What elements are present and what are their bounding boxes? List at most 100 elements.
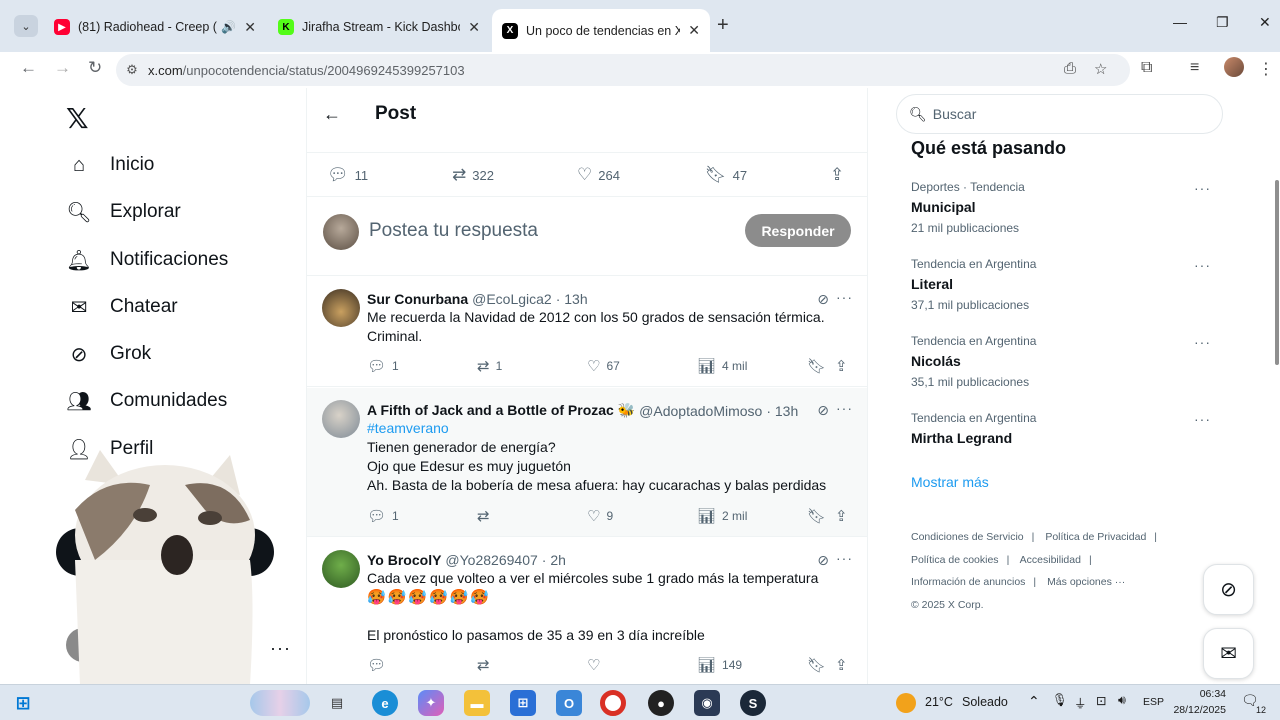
edge-icon[interactable]: e	[372, 690, 398, 716]
bookmark-action[interactable]: 🔖︎	[807, 507, 832, 525]
new-tab-icon[interactable]: +	[717, 14, 729, 37]
menu-icon[interactable]: ⋮	[1258, 59, 1274, 79]
views-action[interactable]: 📊︎ 2 mil	[697, 507, 747, 525]
trend-item[interactable]: Tendencia en Argentina Nicolás 35,1 mil …	[911, 334, 1211, 389]
grok-float-button[interactable]: ⊘	[1203, 564, 1254, 615]
more-icon[interactable]: ···	[1194, 334, 1211, 350]
address-bar[interactable]: ⚙ x.com /unpocotendencia/status/20049692…	[116, 54, 1130, 86]
trend-item[interactable]: Tendencia en Argentina Literal 37,1 mil …	[911, 257, 1211, 312]
outlook-icon[interactable]: O	[556, 690, 582, 716]
footer-link-ads[interactable]: Información de anuncios	[911, 576, 1025, 588]
reply-action[interactable]: 💬︎ 1	[367, 357, 399, 375]
messages-float-button[interactable]: ✉	[1203, 628, 1254, 679]
hashtag-link[interactable]: #teamverano	[367, 419, 857, 438]
grok-icon[interactable]: ⊘	[817, 552, 829, 569]
weather-desc[interactable]: Soleado	[962, 695, 1008, 709]
close-tab-icon[interactable]: ✕	[468, 19, 480, 36]
windows-start-icon[interactable]: ⊞	[10, 690, 36, 716]
chrome-icon[interactable]	[600, 690, 626, 716]
nav-grok[interactable]: ⊘ Grok	[66, 341, 152, 367]
share-action[interactable]: ⇪	[830, 165, 850, 185]
avatar[interactable]	[322, 550, 360, 588]
views-action[interactable]: 📊︎ 149	[697, 656, 742, 674]
views-action[interactable]: 📊︎ 4 mil	[697, 357, 747, 375]
share-action[interactable]: ⇪	[835, 507, 854, 525]
footer-link-accessibility[interactable]: Accesibilidad	[1020, 554, 1081, 566]
profile-avatar[interactable]	[1224, 57, 1244, 77]
usb-icon[interactable]: ⏚	[1074, 693, 1087, 712]
reply-input[interactable]: Postea tu respuesta	[369, 220, 538, 242]
reply-button[interactable]: Responder	[745, 214, 851, 247]
avatar[interactable]	[322, 289, 360, 327]
tab-kick[interactable]: K Jirafha Stream - Kick Dashboard ✕	[268, 11, 490, 43]
nav-notifications[interactable]: 🔔︎ Notificaciones	[66, 247, 228, 273]
search-box[interactable]: 🔍︎ Buscar	[896, 94, 1223, 134]
install-app-icon[interactable]: ⎙	[1064, 60, 1076, 77]
tweet-item[interactable]: A Fifth of Jack and a Bottle of Prozac 🐝…	[307, 388, 867, 537]
footer-link-terms[interactable]: Condiciones de Servicio	[911, 531, 1024, 543]
author-handle[interactable]: @AdoptadoMimoso	[639, 403, 762, 419]
nav-home[interactable]: ⌂ Inicio	[66, 152, 154, 178]
author-name[interactable]: A Fifth of Jack and a Bottle of Prozac 🐝	[367, 402, 635, 419]
nav-communities[interactable]: 👥︎ Comunidades	[66, 388, 227, 414]
mic-icon[interactable]: 🎙︎	[1052, 693, 1068, 708]
back-arrow-icon[interactable]: ←	[323, 104, 353, 125]
network-icon[interactable]: ⊡	[1096, 693, 1106, 708]
repost-action[interactable]: ⇄ 1	[477, 357, 502, 375]
grok-icon[interactable]: ⊘	[817, 291, 829, 308]
reply-action[interactable]: 💬︎ 1	[367, 507, 399, 525]
show-more-link[interactable]: Mostrar más	[911, 474, 989, 490]
repost-action[interactable]: ⇄ 322	[452, 165, 494, 185]
close-tab-icon[interactable]: ✕	[244, 19, 256, 36]
weather-icon[interactable]	[896, 693, 916, 713]
repost-action[interactable]: ⇄	[477, 507, 496, 525]
reply-action[interactable]: 💬︎	[367, 656, 392, 674]
trend-item[interactable]: Deportes · Tendencia Municipal 21 mil pu…	[911, 180, 1211, 235]
tab-x-active[interactable]: X Un poco de tendencias en X: "I ✕	[492, 9, 710, 52]
language-indicator[interactable]: ESP	[1143, 696, 1164, 708]
like-action[interactable]: ♡ 264	[577, 165, 620, 185]
speaker-icon[interactable]: 🔊	[221, 20, 236, 34]
more-icon[interactable]: ···	[836, 400, 853, 416]
chevron-up-icon[interactable]: ⌃	[1028, 693, 1040, 710]
more-icon[interactable]: ···	[1194, 411, 1211, 427]
page-scrollbar[interactable]	[1274, 88, 1280, 684]
like-action[interactable]: ♡ 67	[587, 357, 620, 375]
tweet-item[interactable]: Sur Conurbana @EcoLgica2 · 13h ⊘ ··· Me …	[307, 277, 867, 387]
task-view-icon[interactable]: ▤	[324, 690, 350, 716]
clock-time[interactable]: 06:34	[1170, 688, 1226, 700]
footer-link-more[interactable]: Más opciones ···	[1047, 576, 1125, 588]
share-action[interactable]: ⇪	[835, 357, 854, 375]
more-icon[interactable]: ···	[1194, 180, 1211, 196]
weather-temp[interactable]: 21°C	[925, 695, 953, 709]
reload-icon[interactable]: ↻	[88, 58, 102, 78]
nav-explore[interactable]: 🔍︎ Explorar	[66, 199, 180, 225]
close-tab-icon[interactable]: ✕	[688, 22, 700, 39]
bookmark-action[interactable]: 🔖︎	[807, 357, 832, 375]
bookmark-star-icon[interactable]: ☆	[1094, 60, 1107, 78]
site-info-icon[interactable]: ⚙	[116, 62, 148, 78]
nav-chat[interactable]: ✉ Chatear	[66, 294, 178, 320]
app-icon[interactable]: ◉	[694, 690, 720, 716]
like-action[interactable]: ♡	[587, 656, 606, 674]
author-name[interactable]: Yo BrocolY	[367, 552, 441, 568]
minimize-icon[interactable]: —	[1173, 14, 1187, 30]
forward-icon[interactable]: →	[54, 58, 71, 78]
account-more-icon[interactable]: ···	[270, 638, 291, 659]
more-icon[interactable]: ···	[836, 289, 853, 305]
file-explorer-icon[interactable]: ▬	[464, 690, 490, 716]
author-handle[interactable]: @EcoLgica2	[472, 291, 552, 307]
scrollbar-thumb[interactable]	[1275, 180, 1279, 365]
repost-action[interactable]: ⇄	[477, 656, 496, 674]
tab-search-button[interactable]: ⌄	[14, 15, 38, 37]
share-action[interactable]: ⇪	[835, 656, 854, 674]
author-name[interactable]: Sur Conurbana	[367, 291, 468, 307]
extensions-icon[interactable]: ⧉	[1141, 59, 1152, 77]
author-handle[interactable]: @Yo28269407	[445, 552, 537, 568]
volume-icon[interactable]: 🔊︎	[1118, 693, 1126, 708]
tab-youtube[interactable]: ▶ (81) Radiohead - Creep (19 🔊 ✕	[44, 11, 266, 43]
restore-icon[interactable]: ❐	[1216, 14, 1229, 31]
x-logo-icon[interactable]: 𝕏	[66, 102, 89, 135]
widgets-icon[interactable]	[250, 690, 310, 716]
grok-icon[interactable]: ⊘	[817, 402, 829, 419]
